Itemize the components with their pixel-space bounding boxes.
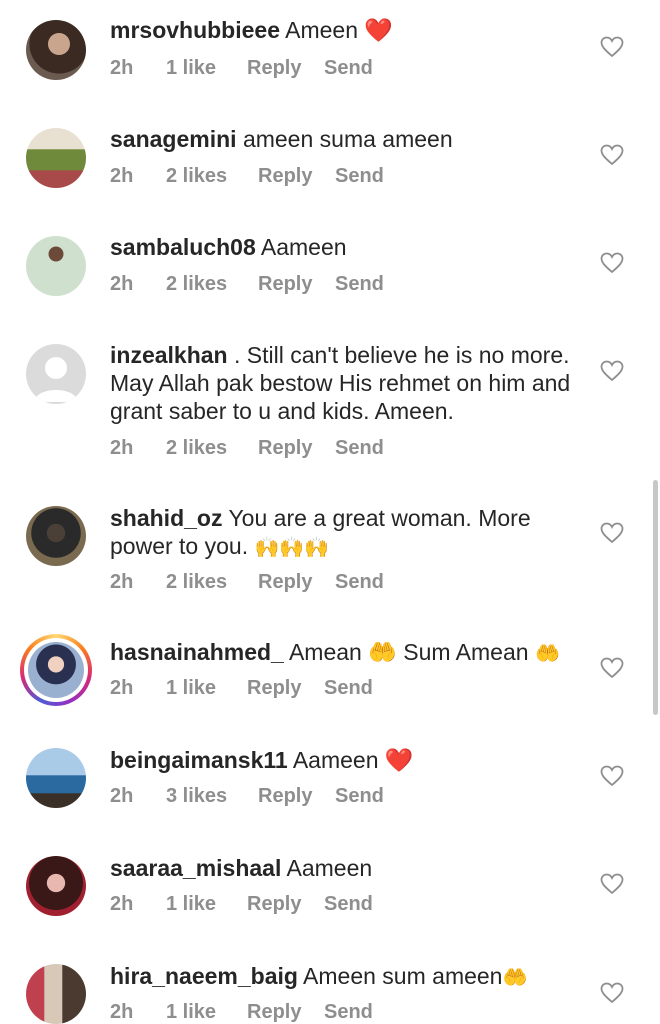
likes-count[interactable]: 2 likes xyxy=(166,570,227,594)
send-button[interactable]: Send xyxy=(324,56,373,80)
comment-body: Aameen xyxy=(286,855,373,881)
red-heart-emoji: ❤️ xyxy=(384,747,414,773)
timestamp: 2h xyxy=(110,893,134,915)
timestamp: 2h xyxy=(110,273,134,295)
avatar[interactable] xyxy=(26,964,86,1024)
comment-text: sanagemini ameen suma ameen xyxy=(110,125,580,153)
avatar[interactable] xyxy=(26,856,86,916)
likes-count[interactable]: 2 likes xyxy=(166,272,227,296)
avatar[interactable] xyxy=(26,506,86,566)
reply-button[interactable]: Reply xyxy=(247,1000,301,1024)
timestamp: 2h xyxy=(110,165,134,187)
avatar xyxy=(28,642,84,698)
scrollbar-thumb[interactable] xyxy=(653,480,658,715)
comment-item: sanagemini ameen suma ameen 2h 2 likes R… xyxy=(0,108,660,216)
reply-button[interactable]: Reply xyxy=(247,892,301,916)
comment-body: Aameen xyxy=(260,234,347,260)
reply-button[interactable]: Reply xyxy=(258,784,312,808)
comment-item: saaraa_mishaal Aameen 2h 1 like Reply Se… xyxy=(0,836,660,944)
reply-button[interactable]: Reply xyxy=(258,272,312,296)
username-link[interactable]: mrsovhubbieee xyxy=(110,17,280,43)
comment-body: Aameen xyxy=(292,747,379,773)
likes-count[interactable]: 1 like xyxy=(166,676,216,700)
likes-count[interactable]: 3 likes xyxy=(166,784,227,808)
likes-count[interactable]: 1 like xyxy=(166,1000,216,1024)
comment-item: mrsovhubbieee Ameen ❤️ 2h 1 like Reply S… xyxy=(0,0,660,108)
comment-text: saaraa_mishaal Aameen xyxy=(110,854,580,882)
send-button[interactable]: Send xyxy=(335,570,384,594)
comment-text: shahid_oz You are a great woman. More po… xyxy=(110,504,580,562)
avatar[interactable] xyxy=(26,128,86,188)
comment-text: inzealkhan . Still can't believe he is n… xyxy=(110,341,580,425)
send-button[interactable]: Send xyxy=(324,676,373,700)
comment-text: hasnainahmed_ Amean 🤲 Sum Amean 🤲 xyxy=(110,638,580,668)
avatar[interactable] xyxy=(26,236,86,296)
username-link[interactable]: hira_naeem_baig xyxy=(110,963,298,989)
likes-count[interactable]: 2 likes xyxy=(166,436,227,460)
reply-button[interactable]: Reply xyxy=(247,56,301,80)
heart-outline-icon[interactable] xyxy=(600,360,624,382)
comment-text: mrsovhubbieee Ameen ❤️ xyxy=(110,16,580,44)
comment-text: beingaimansk11 Aameen ❤️ xyxy=(110,746,580,774)
heart-outline-icon[interactable] xyxy=(600,765,624,787)
person-silhouette-icon xyxy=(34,357,78,402)
red-heart-emoji: ❤️ xyxy=(364,17,394,43)
likes-count[interactable]: 2 likes xyxy=(166,164,227,188)
username-link[interactable]: hasnainahmed_ xyxy=(110,639,284,665)
send-button[interactable]: Send xyxy=(335,164,384,188)
send-button[interactable]: Send xyxy=(324,1000,373,1024)
avatar-ring-gap xyxy=(24,638,88,702)
timestamp: 2h xyxy=(110,571,134,593)
reply-button[interactable]: Reply xyxy=(247,676,301,700)
reply-button[interactable]: Reply xyxy=(258,436,312,460)
likes-count[interactable]: 1 like xyxy=(166,56,216,80)
username-link[interactable]: beingaimansk11 xyxy=(110,747,288,773)
send-button[interactable]: Send xyxy=(335,436,384,460)
send-button[interactable]: Send xyxy=(335,784,384,808)
comment-body: ameen suma ameen xyxy=(242,126,453,152)
palms-up-emoji: 🤲 xyxy=(502,967,528,989)
heart-outline-icon[interactable] xyxy=(600,522,624,544)
comment-item: sambaluch08 Aameen 2h 2 likes Reply Send xyxy=(0,216,660,324)
avatar[interactable] xyxy=(26,20,86,80)
default-avatar[interactable] xyxy=(26,344,86,404)
comment-item: hasnainahmed_ Amean 🤲 Sum Amean 🤲 2h 1 l… xyxy=(0,620,660,730)
send-button[interactable]: Send xyxy=(324,892,373,916)
timestamp: 2h xyxy=(110,57,134,79)
comment-body: Ameen xyxy=(285,17,358,43)
comment-item: shahid_oz You are a great woman. More po… xyxy=(0,486,660,620)
timestamp: 2h xyxy=(110,677,134,699)
send-button[interactable]: Send xyxy=(335,272,384,296)
heart-outline-icon[interactable] xyxy=(600,144,624,166)
heart-outline-icon[interactable] xyxy=(600,36,624,58)
comment-text: sambaluch08 Aameen xyxy=(110,233,580,261)
comment-body: Amean 🤲 Sum Amean xyxy=(288,639,529,665)
username-link[interactable]: sambaluch08 xyxy=(110,234,256,260)
palms-up-emoji: 🤲 xyxy=(534,643,560,665)
comment-item: hira_naeem_baig Ameen sum ameen🤲 2h 1 li… xyxy=(0,944,660,1024)
comment-body: Ameen sum ameen xyxy=(303,963,503,989)
avatar[interactable] xyxy=(26,748,86,808)
likes-count[interactable]: 1 like xyxy=(166,892,216,916)
timestamp: 2h xyxy=(110,1001,134,1023)
comment-item: inzealkhan . Still can't believe he is n… xyxy=(0,324,660,484)
reply-button[interactable]: Reply xyxy=(258,570,312,594)
username-link[interactable]: saaraa_mishaal xyxy=(110,855,281,881)
heart-outline-icon[interactable] xyxy=(600,252,624,274)
timestamp: 2h xyxy=(110,785,134,807)
comment-text: hira_naeem_baig Ameen sum ameen🤲 xyxy=(110,962,580,992)
comment-item: beingaimansk11 Aameen ❤️ 2h 3 likes Repl… xyxy=(0,728,660,836)
reply-button[interactable]: Reply xyxy=(258,164,312,188)
username-link[interactable]: shahid_oz xyxy=(110,505,222,531)
username-link[interactable]: inzealkhan xyxy=(110,342,228,368)
heart-outline-icon[interactable] xyxy=(600,982,624,1004)
username-link[interactable]: sanagemini xyxy=(110,126,237,152)
story-ring-avatar[interactable] xyxy=(20,634,92,706)
raising-hands-emoji: 🙌🙌🙌 xyxy=(254,537,330,559)
heart-outline-icon[interactable] xyxy=(600,657,624,679)
timestamp: 2h xyxy=(110,437,134,459)
heart-outline-icon[interactable] xyxy=(600,873,624,895)
